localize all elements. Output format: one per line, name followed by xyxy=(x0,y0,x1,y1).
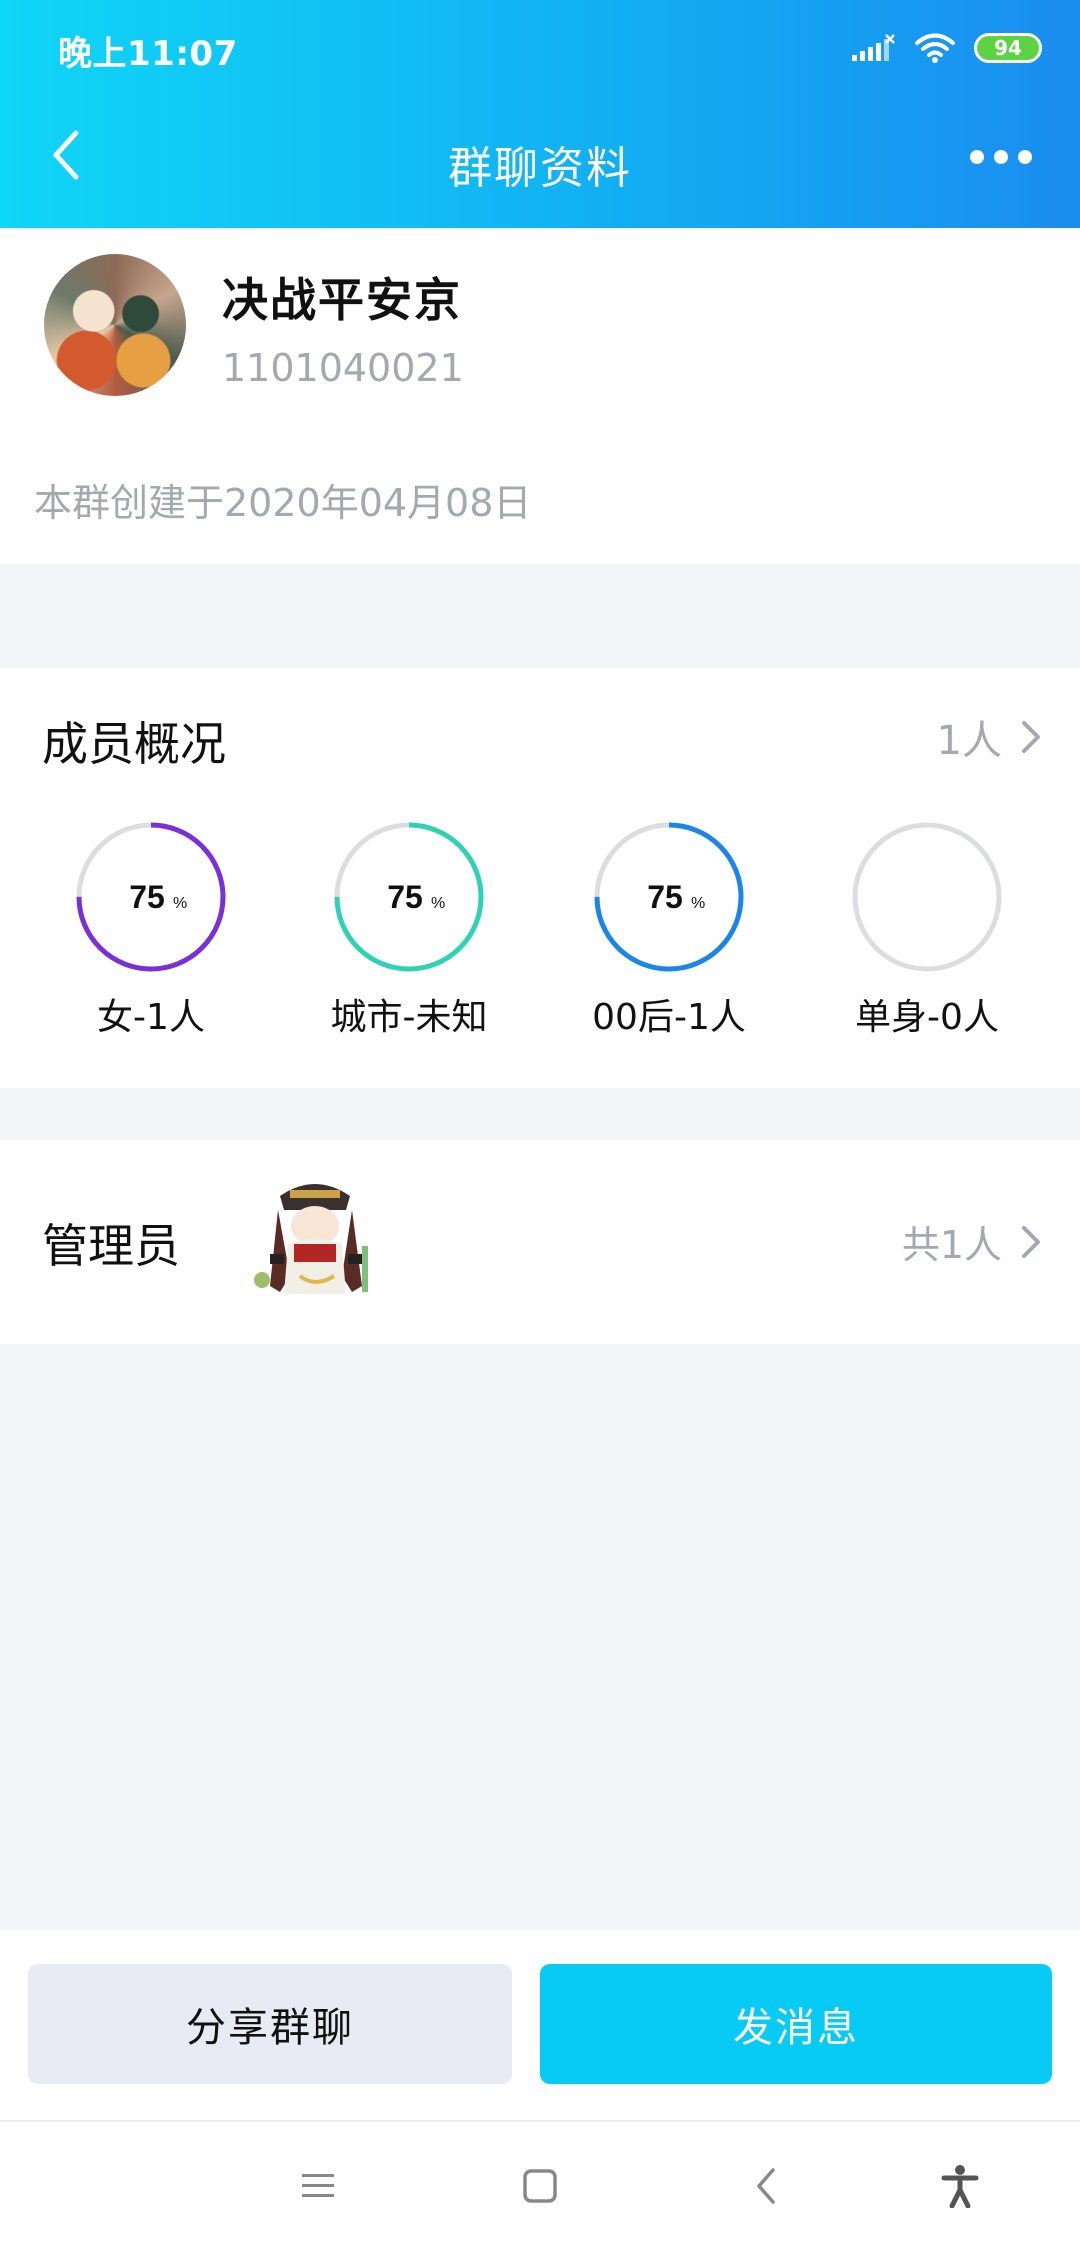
admin-avatar[interactable] xyxy=(250,1176,380,1306)
page-title: 群聊资料 xyxy=(448,143,632,194)
stat-gender[interactable]: 75% 女-1人 xyxy=(36,820,266,1040)
group-id: 1101040021 xyxy=(222,346,464,390)
ring-percent-unit: % xyxy=(173,895,187,912)
wifi-icon xyxy=(915,33,955,63)
system-back-button[interactable] xyxy=(728,2148,804,2224)
stat-age[interactable]: 75% 00后-1人 xyxy=(554,820,784,1040)
ring-chart-gender: 75% xyxy=(76,822,226,972)
chevron-right-icon xyxy=(1022,1225,1040,1258)
ring-chart-age: 75% xyxy=(594,822,744,972)
action-bar: 分享群聊 发消息 xyxy=(0,1930,1080,2120)
status-time: 晚上11:07 xyxy=(58,34,238,74)
admin-card[interactable]: 管理员 共1人 xyxy=(0,1140,1080,1344)
ring-chart-single xyxy=(852,822,1002,972)
ring-percent: 75 xyxy=(387,879,423,915)
ring-chart-city: 75% xyxy=(334,822,484,972)
stat-label: 女-1人 xyxy=(97,997,205,1038)
home-icon xyxy=(523,2169,557,2203)
ring-track xyxy=(852,822,1002,972)
group-created-date: 本群创建于2020年04月08日 xyxy=(34,481,532,525)
ring-percent-unit: % xyxy=(691,895,705,912)
battery-level: 94 xyxy=(994,36,1022,60)
menu-button[interactable] xyxy=(280,2148,356,2224)
group-avatar[interactable] xyxy=(44,254,186,396)
signal-icon xyxy=(852,34,895,61)
stat-single[interactable]: 单身-0人 xyxy=(812,820,1042,1040)
ring-percent: 75 xyxy=(647,879,683,915)
admin-count-link[interactable]: 共1人 xyxy=(902,1214,1046,1269)
more-button[interactable] xyxy=(946,124,1056,190)
header: 晚上11:07 94 群聊资料 xyxy=(0,0,1080,228)
ring-percent: 75 xyxy=(129,879,165,915)
nav-bar: 群聊资料 xyxy=(0,96,1080,228)
send-message-button[interactable]: 发消息 xyxy=(540,1964,1052,2084)
members-overview-title: 成员概况 xyxy=(42,717,226,771)
admin-count: 共1人 xyxy=(901,1223,1002,1267)
more-dots-icon xyxy=(970,150,984,164)
stat-city[interactable]: 75% 城市-未知 xyxy=(294,820,524,1040)
accessibility-button[interactable] xyxy=(922,2148,998,2224)
stat-label: 单身-0人 xyxy=(855,997,999,1038)
back-icon xyxy=(757,2168,775,2204)
home-button[interactable] xyxy=(502,2148,578,2224)
system-nav-bar xyxy=(0,2120,1080,2248)
menu-icon xyxy=(302,2174,334,2197)
admin-title: 管理员 xyxy=(42,1219,180,1273)
accessibility-icon xyxy=(941,2165,979,2208)
group-name: 决战平安京 xyxy=(222,273,462,327)
stat-label: 城市-未知 xyxy=(330,997,488,1038)
status-bar: 晚上11:07 94 xyxy=(0,0,1080,96)
battery-icon: 94 xyxy=(974,33,1042,63)
members-count-link[interactable]: 1人 xyxy=(937,708,1046,766)
chevron-right-icon xyxy=(1022,721,1040,753)
group-info-card: 决战平安京 1101040021 本群创建于2020年04月08日 xyxy=(0,228,1080,564)
share-group-button[interactable]: 分享群聊 xyxy=(28,1964,512,2084)
ring-percent-unit: % xyxy=(431,895,445,912)
status-icons: 94 xyxy=(850,30,1042,66)
members-count: 1人 xyxy=(936,718,1002,764)
members-overview-card[interactable]: 成员概况 1人 75% 女-1人 75% 城市-未知 75% 00后-1人 单身… xyxy=(0,668,1080,1088)
stat-label: 00后-1人 xyxy=(592,997,746,1038)
